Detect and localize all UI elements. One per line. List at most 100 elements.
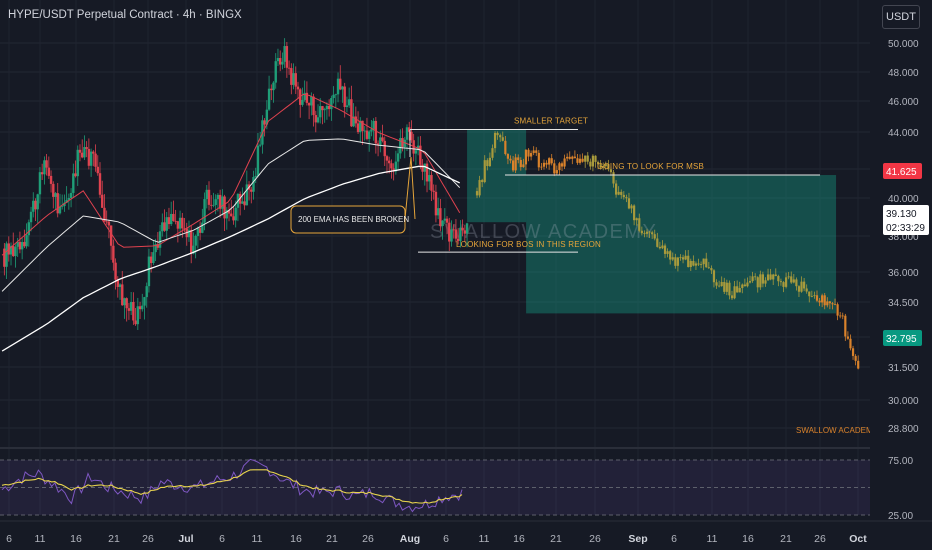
candle-body [5,243,8,267]
candle-body [221,196,224,209]
time-tick-label: 21 [550,533,562,545]
candle-body [76,149,79,177]
candle-body [428,175,431,182]
candle-body [405,127,409,140]
projection-candle [584,155,587,162]
projection-candle [790,276,793,283]
candle-body [94,153,97,167]
projection-candle [614,183,618,195]
projection-candle [826,301,829,306]
currency-button[interactable]: USDT [882,5,920,29]
projection-candle [702,258,705,265]
projection-candle [478,180,481,196]
ema-broken-label: 200 EMA HAS BEEN BROKEN [298,215,409,224]
candle-body [327,105,331,110]
projection-candle [586,155,589,162]
time-tick-label: Oct [849,533,867,545]
candle-body [136,306,140,325]
projection-candle [718,285,721,287]
candle-body [243,201,246,206]
candle-body [334,94,338,96]
time-tick-label: 21 [780,533,792,545]
candle-body [319,106,322,118]
candle-body [301,99,304,105]
candle-body [281,61,284,65]
projection-candle [803,281,806,289]
projection-candle [553,163,556,174]
candle-body [169,213,173,225]
candle-body [436,208,440,216]
projection-candle [839,315,842,317]
candle-body [254,175,257,178]
candle-body [312,96,315,116]
candle-body [450,229,453,242]
candle-body [310,96,313,106]
projection-candle [728,282,731,296]
candles [3,38,469,331]
projection-candle [591,155,595,167]
candle-body [461,227,464,231]
time-tick-label: 6 [6,533,12,545]
projection-candle [815,295,819,301]
candle-body [290,68,293,85]
projection-candle [766,274,770,281]
time-tick-label: 26 [142,533,154,545]
projection-candle [612,172,615,184]
projection-candle [705,258,708,268]
candle-body [54,193,57,197]
projection-candle [687,255,690,268]
projection-candle [689,260,692,268]
price-tick-label: 34.500 [888,298,919,309]
candle-body [463,230,467,234]
candle-body [210,204,213,206]
projection-candle [573,156,576,159]
candle-body [161,222,164,232]
price-tick-label: 30.000 [888,396,919,407]
projection-candle [699,264,703,265]
projection-candle [581,158,584,162]
candle-body [452,229,455,231]
candle-body [396,153,400,162]
candle-body [459,227,462,241]
projection-candle [844,315,847,337]
candle-body [176,221,180,229]
price-tick-label: 36.000 [888,268,919,279]
time-axis[interactable]: 6 11 16 21 26 Jul 6 11 16 21 26 Aug 6 11 16 21 26 Sep 6 11 1… [0,520,932,545]
projection-candle [777,276,780,282]
projection-candle [841,315,844,317]
candle-body [448,222,451,242]
projection-candle [504,140,507,155]
projection-candle [511,160,515,171]
projection-candle [563,158,566,167]
projection-candle [681,257,685,260]
projection-candle [488,157,491,167]
candle-body [390,163,393,169]
candle-body [25,235,28,247]
projection-candle [805,288,808,292]
projection-candle [645,231,649,234]
candle-body [214,199,217,205]
price-axis[interactable]: 50.00048.00046.00044.00042.00040.00038.0… [870,0,932,550]
projection-candle [684,255,687,260]
candle-body [414,150,418,154]
candle-body [241,201,244,204]
projection-candle [542,162,546,167]
price-chart[interactable]: SWALLOW ACADEMY SMALLER TARGET GOING TO L… [0,0,932,550]
time-tick-label: 11 [252,533,263,545]
price-tick-label: 31.500 [888,363,919,374]
projection-candle [857,360,860,369]
candle-body [307,102,311,106]
projection-candle [496,132,499,136]
projection-candle [594,155,597,162]
time-tick-label: 26 [589,533,601,545]
candle-body [443,218,447,221]
candle-body [109,225,113,246]
candle-body [203,199,206,223]
projection-candle [849,338,852,349]
projection-candle [787,276,790,278]
msb-label: GOING TO LOOK FOR MSB [597,162,704,171]
candle-body [196,228,200,236]
candle-body [47,167,51,176]
candle-body [165,217,168,231]
candle-body [305,92,309,103]
